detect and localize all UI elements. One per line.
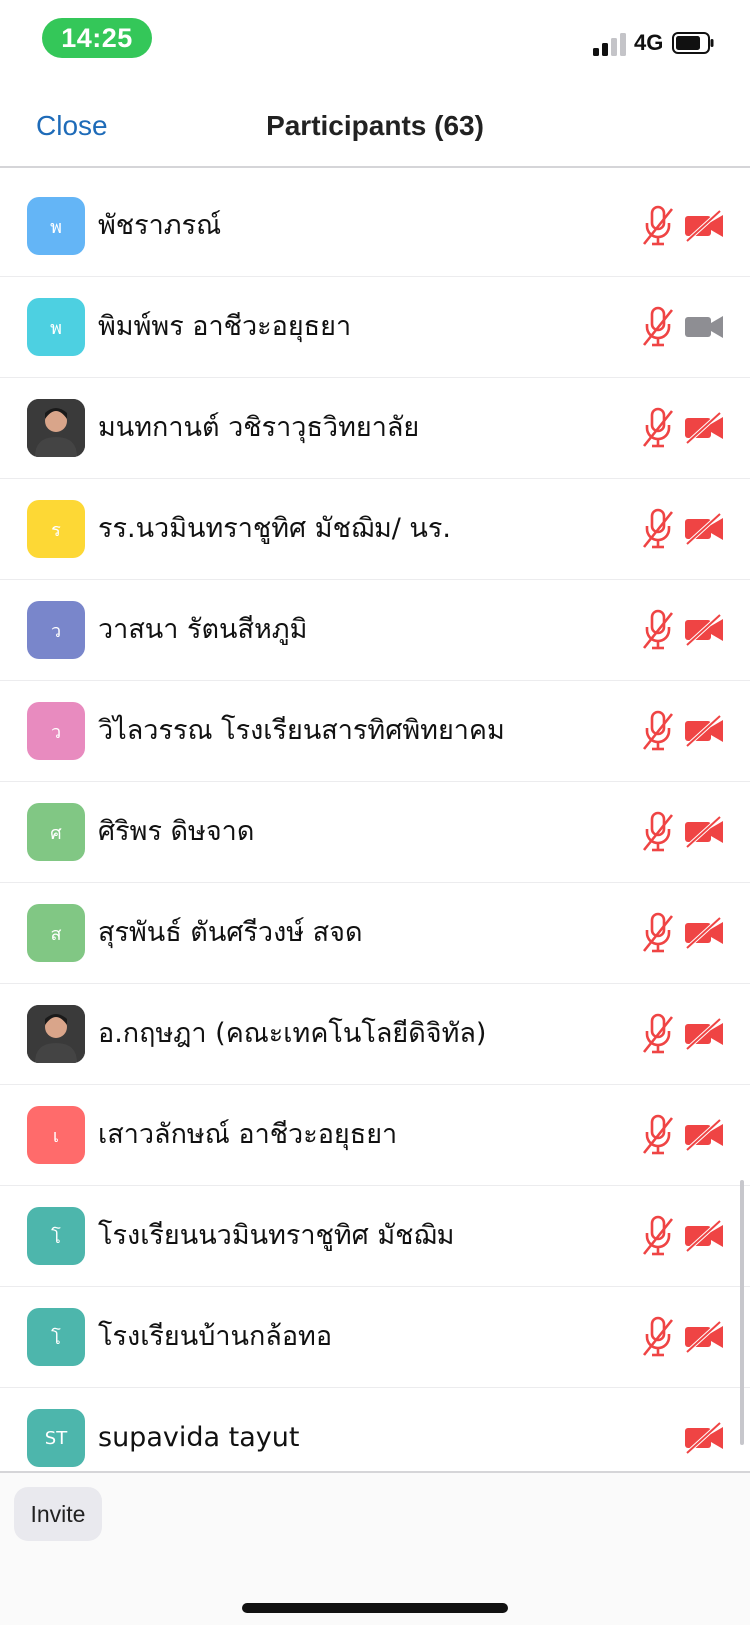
mic-muted-icon (641, 709, 675, 753)
participant-name: พิมพ์พร อาชีวะอยุธยา (98, 311, 352, 342)
participant-name: โรงเรียนนวมินทราชูทิศ มัชฌิม (98, 1220, 455, 1251)
video-off-icon (684, 1219, 724, 1253)
video-off-icon (684, 613, 724, 647)
participant-row[interactable]: ส สุรพันธ์ ตันศรีวงษ์ สจด (0, 883, 750, 984)
mic-muted-icon (641, 305, 675, 349)
participant-row[interactable]: เ เสาวลักษณ์ อาชีวะอยุธยา (0, 1085, 750, 1186)
bottom-toolbar: Invite (0, 1471, 750, 1625)
mic-muted-icon (641, 810, 675, 854)
avatar: ว (27, 702, 85, 760)
video-off-icon (684, 1320, 724, 1354)
video-off-icon (684, 1421, 724, 1455)
participant-name: ศิริพร ดิษจาด (98, 816, 255, 847)
nav-bar: Close Participants (63) (0, 80, 750, 168)
participant-name: รร.นวมินทราชูทิศ มัชฌิม/ นร. (98, 513, 451, 544)
avatar: พ (27, 197, 85, 255)
mic-muted-icon (641, 1012, 675, 1056)
participant-row[interactable]: โ โรงเรียนบ้านกล้อทอ (0, 1287, 750, 1388)
video-camera-icon (684, 311, 724, 343)
video-off-icon (684, 1118, 724, 1152)
avatar: ศ (27, 803, 85, 861)
avatar: พ (27, 298, 85, 356)
video-off-icon (684, 209, 724, 243)
avatar: ร (27, 500, 85, 558)
participant-row[interactable]: ร รร.นวมินทราชูทิศ มัชฌิม/ นร. (0, 479, 750, 580)
video-off-icon (684, 916, 724, 950)
video-off-icon (684, 1017, 724, 1051)
mic-muted-icon (641, 911, 675, 955)
network-type: 4G (634, 30, 664, 55)
participant-name: วิไลวรรณ โรงเรียนสารทิศพิทยาคม (98, 715, 505, 746)
page-title: Participants (63) (266, 110, 484, 141)
mic-muted-icon (641, 1214, 675, 1258)
avatar: โ (27, 1207, 85, 1265)
mic-muted-icon (641, 406, 675, 450)
mic-muted-icon (641, 1113, 675, 1157)
participant-row[interactable]: มนทกานต์ วชิราวุธวิทยาลัย (0, 378, 750, 479)
home-indicator (242, 1603, 508, 1613)
avatar: ST (27, 1409, 85, 1467)
invite-button[interactable]: Invite (14, 1487, 102, 1541)
participant-name: โรงเรียนบ้านกล้อทอ (98, 1321, 333, 1352)
close-button[interactable]: Close (36, 110, 108, 142)
participant-row[interactable]: ศ ศิริพร ดิษจาด (0, 782, 750, 883)
participant-name: วาสนา รัตนสีหภูมิ (98, 614, 308, 645)
participant-row[interactable]: ว วิไลวรรณ โรงเรียนสารทิศพิทยาคม (0, 681, 750, 782)
mic-muted-icon (641, 507, 675, 551)
avatar (27, 399, 85, 457)
battery-icon (672, 32, 714, 54)
participant-list[interactable]: พพัชราภรณ์พพิมพ์พร อาชีวะอยุธยา มนทกานต์ … (0, 176, 750, 1471)
participant-name: สุรพันธ์ ตันศรีวงษ์ สจด (98, 917, 363, 948)
participant-row[interactable]: ว วาสนา รัตนสีหภูมิ (0, 580, 750, 681)
avatar: เ (27, 1106, 85, 1164)
mic-muted-icon (641, 1315, 675, 1359)
avatar (27, 1005, 85, 1063)
participant-name: อ.กฤษฎา (คณะเทคโนโลยีดิจิทัล) (98, 1018, 487, 1049)
video-off-icon (684, 411, 724, 445)
status-time[interactable]: 14:25 (42, 18, 152, 58)
participant-name: supavida tayut (98, 1422, 300, 1453)
participant-row[interactable]: พ พัชราภรณ์ (0, 176, 750, 277)
status-bar: 14:25 4G (0, 0, 750, 80)
avatar: ว (27, 601, 85, 659)
avatar: โ (27, 1308, 85, 1366)
participant-row[interactable]: อ.กฤษฎา (คณะเทคโนโลยีดิจิทัล) (0, 984, 750, 1085)
participant-row[interactable]: โ โรงเรียนนวมินทราชูทิศ มัชฌิม (0, 1186, 750, 1287)
participant-name: พัชราภรณ์ (98, 210, 222, 241)
mic-muted-icon (641, 204, 675, 248)
participant-row[interactable]: พ พิมพ์พร อาชีวะอยุธยา (0, 277, 750, 378)
participant-row[interactable]: ST supavida tayut (0, 1388, 750, 1471)
video-off-icon (684, 714, 724, 748)
mic-muted-icon (641, 608, 675, 652)
scrollbar[interactable] (740, 1180, 744, 1445)
video-off-icon (684, 512, 724, 546)
video-off-icon (684, 815, 724, 849)
participant-name: เสาวลักษณ์ อาชีวะอยุธยา (98, 1119, 398, 1150)
cellular-signal-icon (593, 32, 627, 56)
avatar: ส (27, 904, 85, 962)
participant-name: มนทกานต์ วชิราวุธวิทยาลัย (98, 412, 420, 443)
